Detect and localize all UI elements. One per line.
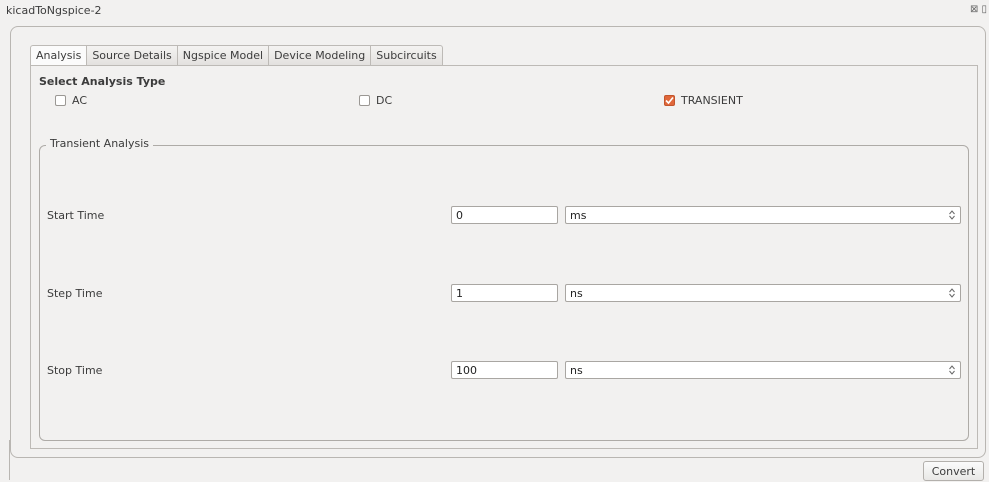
tab-bar: Analysis Source Details Ngspice Model De… xyxy=(30,45,443,67)
frame-divider xyxy=(9,440,10,480)
dc-checkbox-box[interactable] xyxy=(359,95,370,106)
tab-subcircuits[interactable]: Subcircuits xyxy=(371,45,443,66)
ac-checkbox[interactable]: AC xyxy=(55,94,87,107)
step-time-unit-select[interactable]: ns xyxy=(565,284,961,302)
stop-time-unit-value: ns xyxy=(570,364,583,377)
transient-checkbox-box[interactable] xyxy=(664,95,675,106)
tab-analysis[interactable]: Analysis xyxy=(30,45,88,67)
analysis-type-heading: Select Analysis Type xyxy=(39,75,166,88)
convert-button[interactable]: Convert xyxy=(923,461,984,481)
tab-source-details[interactable]: Source Details xyxy=(87,45,178,66)
title-bar: kicadToNgspice-2 ⊠ ▯ xyxy=(0,0,989,20)
stop-time-input[interactable] xyxy=(451,361,558,379)
spinner-arrows-icon xyxy=(949,210,955,220)
checkmark-icon xyxy=(665,96,674,105)
start-time-unit-value: ms xyxy=(570,209,587,222)
spinner-arrows-icon xyxy=(949,365,955,375)
dc-checkbox-label: DC xyxy=(376,94,393,107)
window-controls-icon[interactable]: ⊠ ▯ xyxy=(970,4,987,15)
transient-checkbox[interactable]: TRANSIENT xyxy=(664,94,743,107)
tab-device-modeling[interactable]: Device Modeling xyxy=(269,45,372,66)
step-time-unit-value: ns xyxy=(570,287,583,300)
step-time-label: Step Time xyxy=(47,287,103,300)
start-time-label: Start Time xyxy=(47,209,105,222)
transient-analysis-title: Transient Analysis xyxy=(46,137,153,150)
ac-checkbox-label: AC xyxy=(72,94,88,107)
step-time-input[interactable] xyxy=(451,284,558,302)
start-time-input[interactable] xyxy=(451,206,558,224)
ac-checkbox-box[interactable] xyxy=(55,95,66,106)
dc-checkbox[interactable]: DC xyxy=(359,94,392,107)
transient-checkbox-label: TRANSIENT xyxy=(681,94,743,107)
start-time-unit-select[interactable]: ms xyxy=(565,206,961,224)
spinner-arrows-icon xyxy=(949,288,955,298)
stop-time-label: Stop Time xyxy=(47,364,103,377)
window-title: kicadToNgspice-2 xyxy=(6,4,102,17)
stop-time-unit-select[interactable]: ns xyxy=(565,361,961,379)
tab-ngspice-model[interactable]: Ngspice Model xyxy=(177,45,270,66)
kicad-to-ngspice-window: kicadToNgspice-2 ⊠ ▯ Analysis Source Det… xyxy=(0,0,989,482)
